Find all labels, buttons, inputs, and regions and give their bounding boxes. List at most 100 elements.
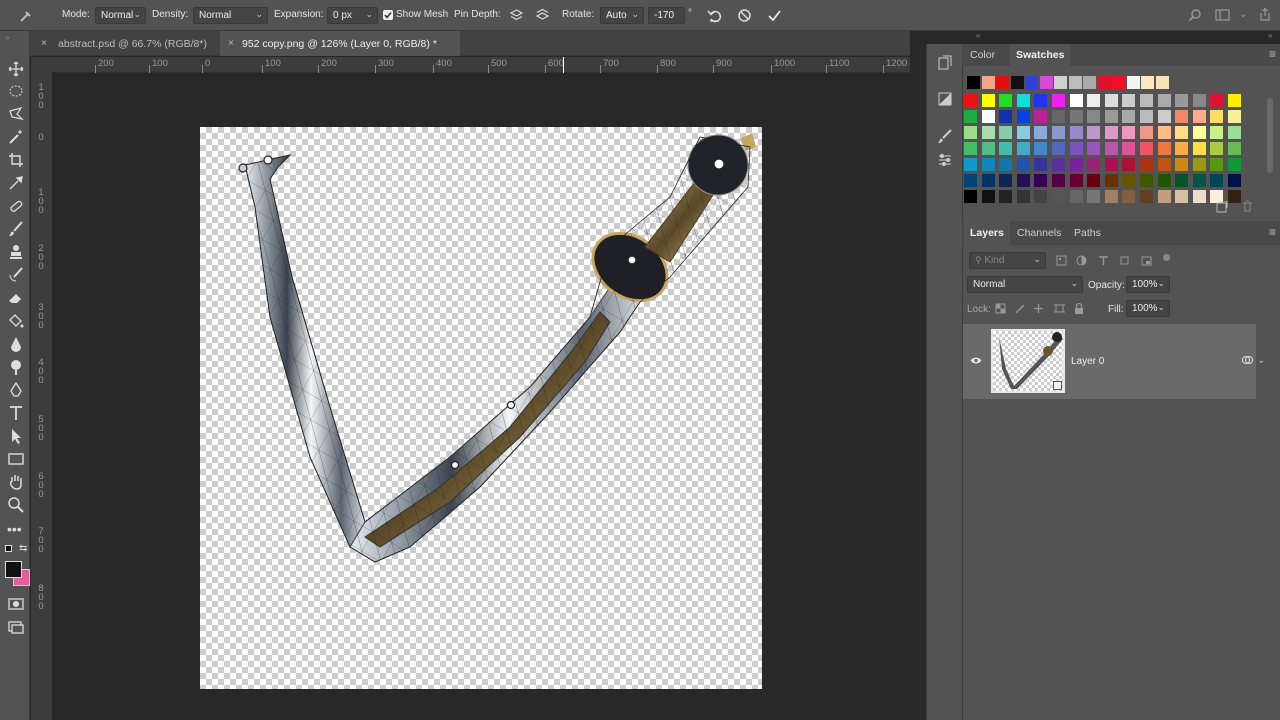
commit-check-icon[interactable] bbox=[767, 8, 782, 25]
color-swatch[interactable] bbox=[1122, 142, 1136, 155]
type-tool-icon[interactable] bbox=[7, 404, 25, 422]
color-swatch[interactable] bbox=[981, 76, 995, 89]
color-swatch[interactable] bbox=[1157, 158, 1171, 171]
close-tab-icon[interactable]: × bbox=[41, 38, 47, 49]
color-swatch[interactable] bbox=[1122, 110, 1136, 123]
color-swatch[interactable] bbox=[1052, 158, 1065, 171]
search-icon[interactable] bbox=[1188, 8, 1202, 24]
filter-adjustment-icon[interactable] bbox=[1076, 255, 1087, 269]
color-swatch[interactable] bbox=[1210, 158, 1224, 171]
color-swatch[interactable] bbox=[1016, 190, 1030, 203]
color-swatch[interactable] bbox=[1034, 142, 1048, 155]
color-swatch[interactable] bbox=[1016, 158, 1030, 171]
close-tab-icon[interactable]: × bbox=[228, 38, 234, 49]
color-swatch[interactable] bbox=[1140, 110, 1153, 123]
workspace-icon[interactable] bbox=[1215, 8, 1230, 24]
color-swatch[interactable] bbox=[999, 190, 1013, 203]
cancel-icon[interactable] bbox=[737, 8, 752, 25]
color-swatch[interactable] bbox=[964, 158, 977, 171]
color-swatch[interactable] bbox=[1122, 174, 1136, 187]
chevron-down-icon[interactable]: ⌄ bbox=[1239, 9, 1247, 20]
color-swatch[interactable] bbox=[1228, 94, 1241, 107]
color-swatch[interactable] bbox=[1069, 190, 1083, 203]
panel-menu-icon[interactable]: ≡ bbox=[1269, 225, 1276, 239]
color-swatch[interactable] bbox=[964, 126, 977, 139]
color-swatch[interactable] bbox=[981, 94, 995, 107]
color-swatch[interactable] bbox=[1104, 174, 1118, 187]
color-swatch[interactable] bbox=[1104, 94, 1118, 107]
color-swatch[interactable] bbox=[1192, 126, 1206, 139]
filter-shape-icon[interactable] bbox=[1119, 255, 1130, 269]
brush-tool-icon[interactable] bbox=[7, 220, 25, 238]
screen-mode-icon[interactable] bbox=[7, 618, 25, 636]
undo-icon[interactable] bbox=[707, 8, 722, 25]
color-swatch[interactable] bbox=[1087, 190, 1101, 203]
color-swatch[interactable] bbox=[1052, 174, 1065, 187]
rotate-dropdown[interactable]: Auto ⌄ bbox=[600, 7, 644, 24]
color-swatch[interactable] bbox=[1016, 110, 1030, 123]
color-swatch[interactable] bbox=[1210, 110, 1224, 123]
color-swatch[interactable] bbox=[999, 158, 1013, 171]
color-swatch[interactable] bbox=[1016, 94, 1030, 107]
layer-row[interactable]: Layer 0 bbox=[963, 324, 1256, 399]
default-colors-icon[interactable] bbox=[5, 545, 12, 552]
color-swatch[interactable] bbox=[1175, 142, 1189, 155]
eraser-tool-icon[interactable] bbox=[7, 289, 25, 307]
color-swatch[interactable] bbox=[1083, 76, 1096, 89]
color-swatch[interactable] bbox=[1016, 126, 1030, 139]
eyedropper-tool-icon[interactable] bbox=[7, 174, 25, 192]
filter-type-icon[interactable] bbox=[1098, 255, 1109, 269]
rotate-angle-field[interactable]: -170 bbox=[648, 7, 685, 24]
paint-bucket-tool-icon[interactable] bbox=[7, 312, 25, 330]
opacity-field[interactable]: 100% ⌄ bbox=[1126, 276, 1170, 293]
stamp-tool-icon[interactable] bbox=[7, 243, 25, 261]
color-swatch[interactable] bbox=[1034, 126, 1048, 139]
color-swatch[interactable] bbox=[1034, 190, 1048, 203]
healing-brush-tool-icon[interactable] bbox=[7, 197, 25, 215]
horizontal-ruler[interactable]: 200 100 0 100 200 300 400 500 600 700 800 900 1000 11… bbox=[52, 57, 910, 73]
puppet-warp-tool-icon[interactable] bbox=[19, 9, 33, 25]
color-swatch[interactable] bbox=[1104, 158, 1118, 171]
color-swatch[interactable] bbox=[1122, 126, 1136, 139]
color-swatch[interactable] bbox=[1155, 76, 1169, 89]
more-tools-icon[interactable]: ••• bbox=[7, 521, 25, 539]
color-swatch[interactable] bbox=[1087, 110, 1101, 123]
zoom-tool-icon[interactable] bbox=[7, 496, 25, 514]
foreground-color-swatch[interactable] bbox=[5, 561, 22, 578]
dodge-tool-icon[interactable] bbox=[7, 358, 25, 376]
color-swatch[interactable] bbox=[964, 190, 977, 203]
color-swatch[interactable] bbox=[999, 94, 1013, 107]
color-swatch[interactable] bbox=[1104, 190, 1118, 203]
color-swatch[interactable] bbox=[1068, 76, 1082, 89]
fill-field[interactable]: 100% ⌄ bbox=[1126, 300, 1170, 317]
color-swatch[interactable] bbox=[1157, 142, 1171, 155]
tab-layers[interactable]: Layers bbox=[964, 221, 1010, 245]
color-swatch[interactable] bbox=[1052, 142, 1065, 155]
expansion-field[interactable]: 0 px ⌄ bbox=[327, 7, 378, 24]
color-swatch[interactable] bbox=[1122, 158, 1136, 171]
color-swatch[interactable] bbox=[1087, 142, 1101, 155]
document-canvas[interactable] bbox=[200, 127, 762, 689]
color-swatch[interactable] bbox=[1175, 94, 1189, 107]
color-swatch[interactable] bbox=[1157, 94, 1171, 107]
lock-pixels-icon[interactable] bbox=[1015, 303, 1026, 317]
filter-toggle-icon[interactable] bbox=[1163, 254, 1170, 261]
color-swatch[interactable] bbox=[1097, 76, 1111, 89]
color-swatch[interactable] bbox=[1140, 174, 1153, 187]
color-swatch[interactable] bbox=[1210, 94, 1224, 107]
delete-swatch-icon[interactable] bbox=[1242, 200, 1253, 215]
panel-menu-icon[interactable]: ≡ bbox=[1269, 47, 1276, 61]
color-swatch[interactable] bbox=[964, 94, 977, 107]
color-swatch[interactable] bbox=[1069, 94, 1083, 107]
color-swatch[interactable] bbox=[1069, 174, 1083, 187]
color-swatch[interactable] bbox=[999, 142, 1013, 155]
tab-color[interactable]: Color bbox=[970, 49, 995, 61]
color-swatch[interactable] bbox=[1140, 190, 1153, 203]
path-selection-tool-icon[interactable] bbox=[7, 427, 25, 445]
smart-filter-link-icon[interactable] bbox=[1241, 354, 1253, 369]
brush-settings-panel-icon[interactable] bbox=[937, 152, 953, 171]
color-swatch[interactable] bbox=[1175, 174, 1189, 187]
color-swatch[interactable] bbox=[1087, 158, 1101, 171]
color-swatch[interactable] bbox=[1087, 174, 1101, 187]
color-swatch[interactable] bbox=[967, 76, 980, 89]
